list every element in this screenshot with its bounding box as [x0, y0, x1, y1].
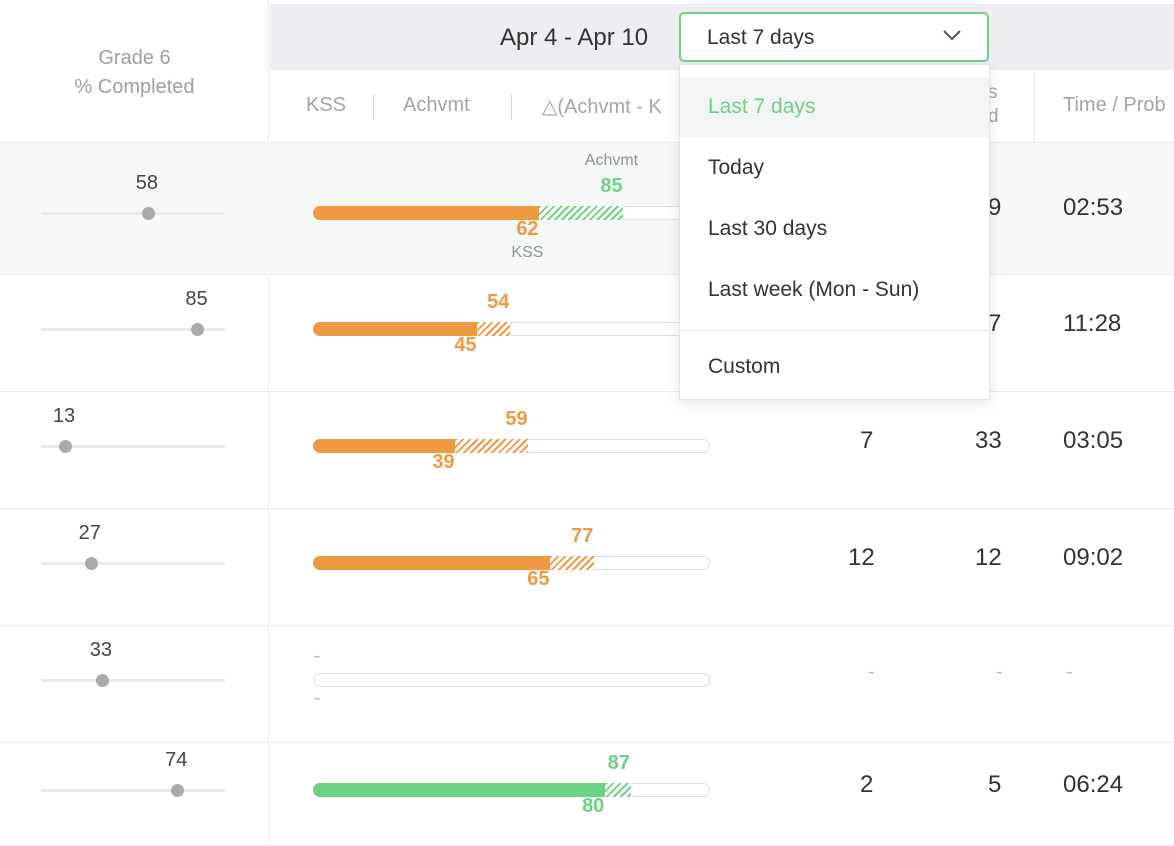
kss-bar-fill — [313, 556, 551, 570]
menu-item-custom[interactable]: Custom — [680, 337, 989, 397]
completion-percent: 33 — [89, 639, 112, 661]
column-time-per-problem[interactable]: Time / Prob — [1063, 94, 1166, 117]
problems-cell: - — [868, 661, 875, 683]
column-separator — [1034, 70, 1035, 143]
kss-value-label: 62 — [516, 218, 539, 240]
kss-value-label: 45 — [454, 334, 477, 356]
grade-subtitle: % Completed — [74, 76, 195, 98]
completion-slider-track — [41, 789, 225, 792]
achvmt-value-label: 77 — [571, 525, 594, 547]
kss-bar-fill — [313, 783, 606, 797]
achvmt-value-label: 85 — [600, 175, 623, 197]
time-per-problem-cell: 09:02 — [1063, 544, 1124, 571]
attempts-cell: 9 — [988, 194, 1002, 221]
column-separator — [511, 94, 512, 120]
completion-slider-dot — [95, 674, 109, 687]
menu-item-last-7-days[interactable]: Last 7 days — [680, 77, 989, 137]
progress-report: Grade 6 % Completed Apr 4 - Apr 10 KSS A… — [0, 0, 1174, 846]
kss-bar-fill — [313, 206, 540, 220]
time-per-problem-cell: - — [1066, 661, 1073, 683]
achvmt-bar-hatch — [539, 206, 624, 220]
time-per-problem-cell: 02:53 — [1063, 194, 1124, 221]
grade-title: Grade 6 — [98, 47, 171, 69]
achvmt-tag: Achvmt — [584, 152, 639, 169]
kss-value-label: 39 — [432, 451, 455, 473]
achvmt-value-label: 59 — [505, 408, 528, 430]
date-range-menu: Last 7 days Today Last 30 days Last week… — [679, 64, 990, 400]
achvmt-bar-hatch — [477, 322, 511, 336]
achvmt-value-label: 87 — [607, 752, 630, 774]
attempts-cell: 5 — [988, 771, 1002, 798]
kss-value-label: 65 — [527, 568, 550, 590]
date-range: Apr 4 - Apr 10 — [500, 24, 649, 51]
column-delta[interactable]: △(Achvmt - K — [542, 94, 662, 119]
grade-column-header[interactable]: Grade 6 % Completed — [0, 0, 269, 143]
progress-bar-track — [313, 673, 710, 687]
completion-percent: 13 — [52, 405, 76, 427]
menu-divider — [680, 330, 989, 331]
column-achvmt[interactable]: Achvmt — [403, 94, 470, 117]
menu-item-last-week[interactable]: Last week (Mon - Sun) — [680, 260, 989, 320]
time-per-problem-cell: 03:05 — [1063, 427, 1124, 454]
completion-slider-track — [41, 562, 225, 565]
time-per-problem-cell: 06:24 — [1063, 771, 1124, 798]
attempts-cell: 33 — [975, 427, 1002, 454]
completion-percent: 58 — [135, 172, 158, 194]
date-range-select-value: Last 7 days — [707, 26, 815, 49]
time-per-problem-cell: 11:28 — [1063, 310, 1122, 337]
problems-cell: 12 — [848, 544, 875, 571]
kss-bar-fill — [313, 322, 478, 336]
attempts-cell: 12 — [975, 544, 1002, 571]
menu-item-today[interactable]: Today — [680, 138, 989, 198]
kss-value-label: 80 — [582, 795, 605, 817]
achvmt-bar-hatch — [455, 439, 529, 453]
completion-slider-track — [41, 212, 225, 215]
chevron-down-icon — [943, 30, 961, 41]
completion-percent: 27 — [78, 522, 101, 544]
achvmt-value-label: 54 — [487, 291, 510, 313]
problems-cell: 2 — [860, 771, 874, 798]
achvmt-bar-hatch — [605, 783, 631, 797]
kss-value-label: - — [313, 687, 321, 709]
achvmt-bar-hatch — [550, 556, 595, 570]
kss-tag: KSS — [511, 244, 544, 261]
column-separator — [373, 94, 374, 120]
achvmt-value-label: - — [313, 645, 321, 667]
completion-percent: 85 — [185, 288, 208, 310]
completion-slider-track — [41, 679, 225, 682]
problems-cell: 7 — [860, 427, 874, 454]
date-range-select[interactable]: Last 7 days — [679, 12, 989, 62]
column-kss[interactable]: KSS — [306, 94, 346, 117]
completion-slider-dot — [58, 440, 72, 453]
attempts-cell: 7 — [988, 310, 1002, 337]
attempts-cell: - — [996, 661, 1003, 683]
completion-percent: 74 — [165, 749, 188, 771]
menu-item-last-30-days[interactable]: Last 30 days — [680, 199, 989, 259]
completion-slider-dot — [141, 207, 155, 220]
completion-slider-dot — [84, 557, 98, 570]
